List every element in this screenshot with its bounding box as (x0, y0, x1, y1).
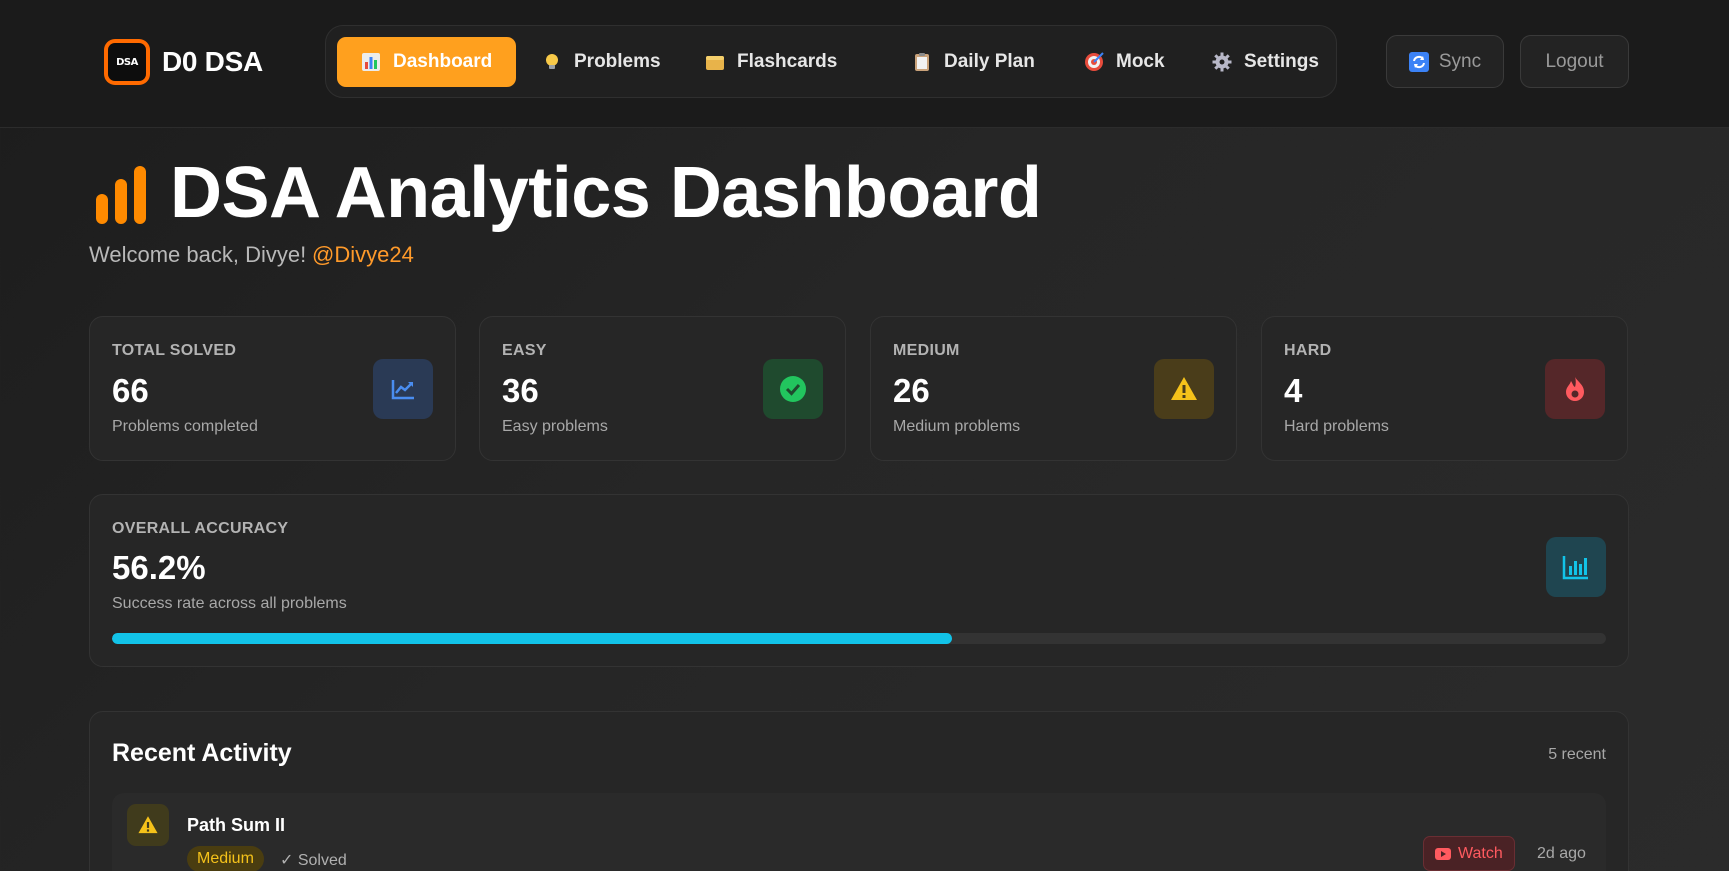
activity-item[interactable]: Path Sum II Medium ✓ Solved Watch 2d ago (112, 793, 1606, 871)
brand[interactable]: DSA D0 DSA (104, 39, 263, 85)
trending-up-icon (373, 359, 433, 419)
card-box-icon (705, 52, 725, 72)
stat-label: TOTAL SOLVED (112, 342, 237, 359)
stat-card-total-solved: TOTAL SOLVED 66 Problems completed (89, 316, 456, 461)
nav-label: Settings (1244, 51, 1319, 72)
brand-logo: DSA (104, 39, 150, 85)
stat-value: 66 (112, 372, 149, 409)
activity-title: Path Sum II (187, 815, 286, 835)
warning-icon (127, 804, 169, 846)
stat-value: 26 (893, 372, 930, 409)
lightbulb-icon (542, 52, 562, 72)
nav-item-mock[interactable]: Mock (1060, 37, 1189, 87)
sync-label: Sync (1438, 50, 1482, 72)
stat-label: EASY (502, 342, 547, 359)
warning-icon (1154, 359, 1214, 419)
watch-label: Watch (1458, 844, 1503, 862)
watch-button[interactable]: Watch (1423, 836, 1515, 871)
clipboard-icon (912, 52, 932, 72)
page-title: DSA Analytics Dashboard (170, 153, 1042, 233)
stat-subtitle: Problems completed (112, 418, 258, 435)
logout-label: Logout (1545, 50, 1604, 72)
stat-value: 36 (502, 372, 539, 409)
recent-count: 5 recent (1548, 746, 1606, 763)
stat-card-easy: EASY 36 Easy problems (479, 316, 846, 461)
recent-activity-card: Recent Activity 5 recent Path Sum II Med… (89, 711, 1629, 871)
sync-icon (1408, 51, 1429, 72)
recent-activity-title: Recent Activity (112, 739, 292, 767)
logout-button[interactable]: Logout (1520, 35, 1629, 88)
stat-subtitle: Medium problems (893, 418, 1021, 435)
accuracy-progress-bar (112, 633, 1606, 644)
nav-label: Dashboard (393, 51, 493, 72)
activity-time: 2d ago (1537, 845, 1586, 862)
accuracy-subtitle: Success rate across all problems (112, 595, 347, 612)
difficulty-badge: Medium (187, 846, 264, 871)
welcome-text: Welcome back, Divye! (89, 242, 307, 267)
target-icon (1084, 52, 1104, 72)
stat-card-hard: HARD 4 Hard problems (1261, 316, 1628, 461)
sync-button[interactable]: Sync (1386, 35, 1504, 88)
brand-logo-text: DSA (108, 43, 146, 81)
bar-chart-icon (1546, 537, 1606, 597)
nav-item-flashcards[interactable]: Flashcards (681, 37, 861, 87)
top-navigation-bar: DSA D0 DSA Dashboard Problems Flashcards (0, 0, 1729, 128)
activity-status: ✓ Solved (280, 852, 347, 869)
bar-chart-icon (361, 52, 381, 72)
nav-label: Flashcards (737, 51, 838, 72)
stat-subtitle: Easy problems (502, 418, 608, 435)
accuracy-card: OVERALL ACCURACY 56.2% Success rate acro… (89, 494, 1629, 667)
nav-label: Daily Plan (944, 51, 1035, 72)
youtube-icon (1435, 847, 1451, 860)
accuracy-progress-fill (112, 633, 952, 644)
gear-icon (1212, 52, 1232, 72)
flame-icon (1545, 359, 1605, 419)
analytics-bars-icon (96, 162, 148, 224)
accuracy-value: 56.2% (112, 549, 206, 586)
nav-item-settings[interactable]: Settings (1188, 37, 1343, 87)
nav-item-daily-plan[interactable]: Daily Plan (888, 37, 1059, 87)
nav-item-dashboard[interactable]: Dashboard (337, 37, 517, 87)
stat-subtitle: Hard problems (1284, 418, 1389, 435)
stat-value: 4 (1284, 372, 1303, 409)
check-circle-icon (763, 359, 823, 419)
nav-label: Problems (574, 51, 661, 72)
nav-label: Mock (1116, 51, 1165, 72)
page-header: DSA Analytics Dashboard (96, 153, 1042, 233)
brand-name: D0 DSA (162, 46, 263, 77)
stat-label: HARD (1284, 342, 1332, 359)
username-link[interactable]: @Divye24 (312, 242, 414, 268)
nav-item-problems[interactable]: Problems (518, 37, 685, 87)
accuracy-label: OVERALL ACCURACY (112, 520, 289, 537)
stat-label: MEDIUM (893, 342, 960, 359)
stat-card-medium: MEDIUM 26 Medium problems (870, 316, 1237, 461)
main-nav: Dashboard Problems Flashcards Daily Plan… (325, 25, 1337, 98)
